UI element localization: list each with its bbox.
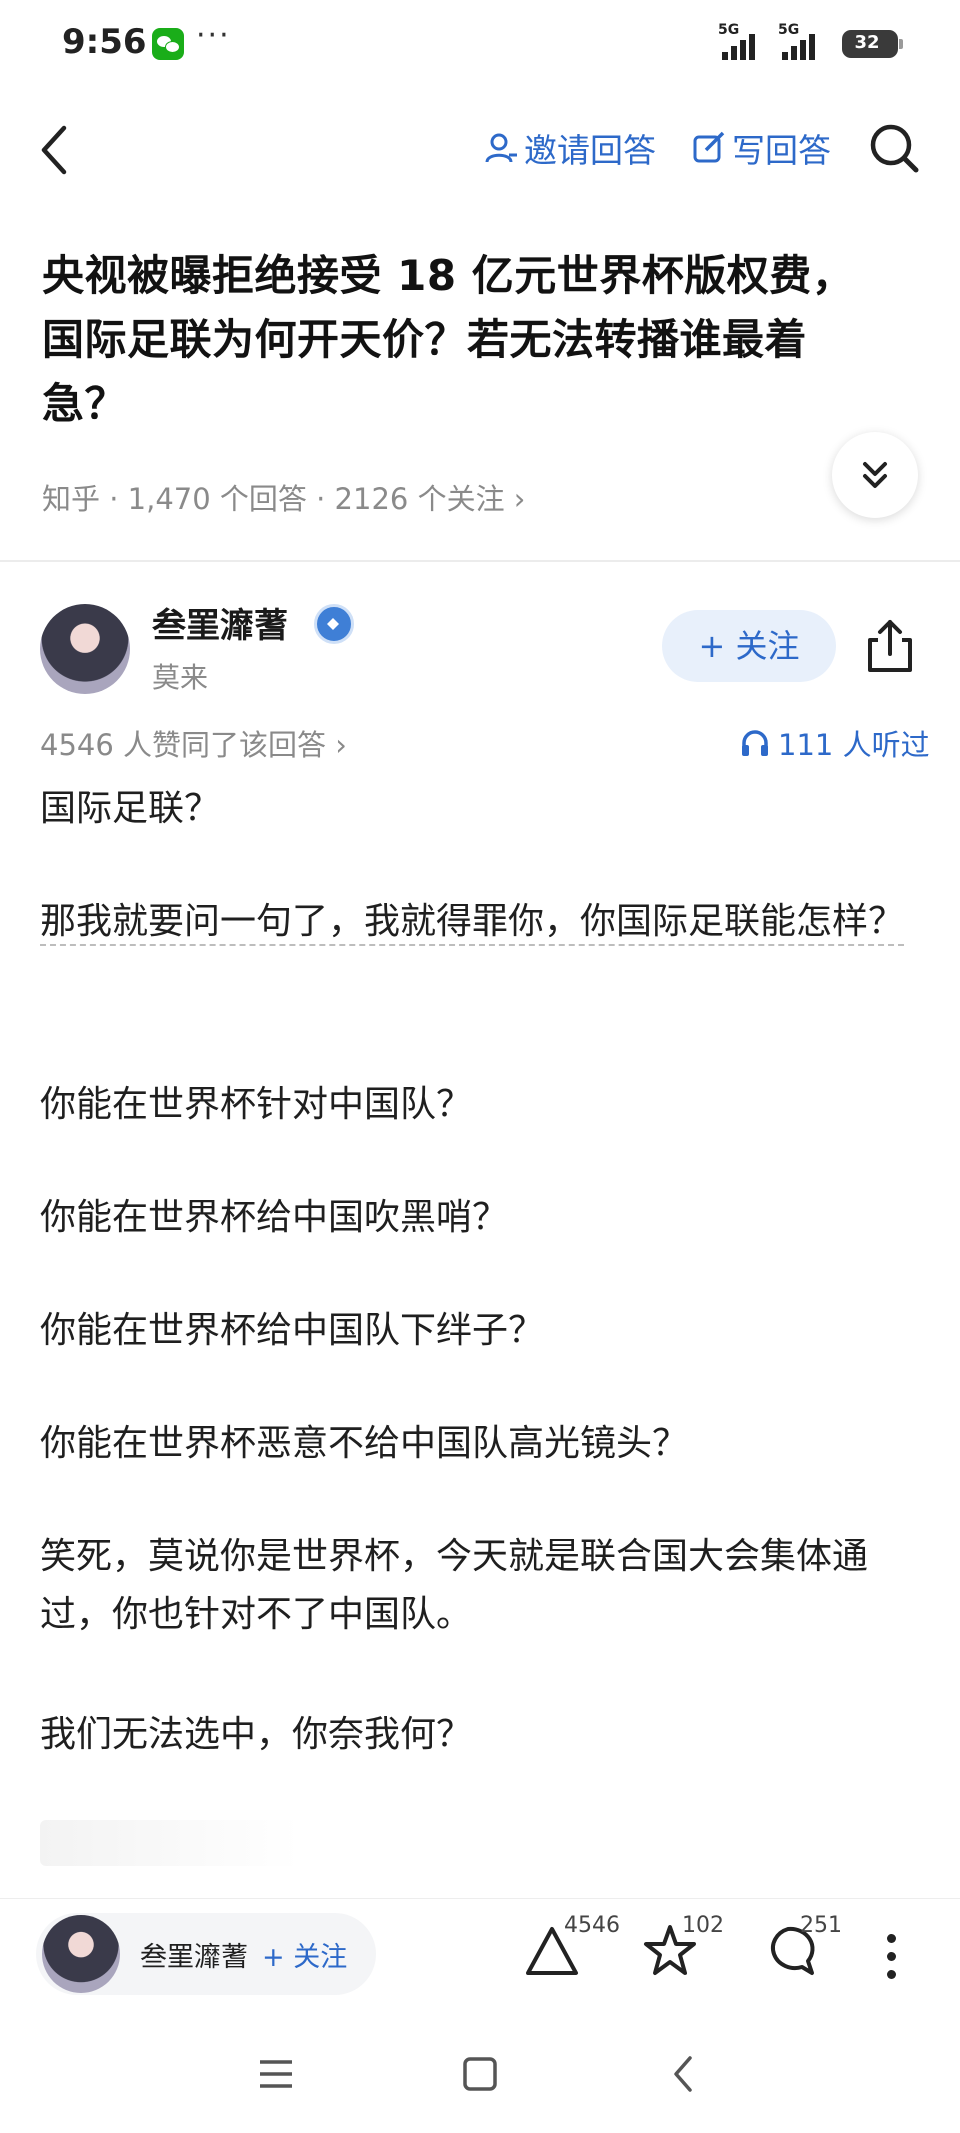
answer-paragraph: 你能在世界杯针对中国队？: [40, 1084, 473, 1125]
listen-count-label: 111 人听过: [778, 728, 930, 762]
divider: [0, 560, 960, 562]
wechat-icon: [152, 28, 184, 60]
answer-paragraph: 我们无法选中，你奈我何？: [40, 1714, 473, 1755]
comment-count: 251: [800, 1913, 842, 1938]
more-dots-icon: ···: [196, 18, 231, 53]
question-meta[interactable]: 知乎 · 1,470 个回答 · 2126 个关注 ›: [42, 476, 525, 518]
mini-follow-button[interactable]: + 关注: [262, 1935, 347, 1974]
write-answer-button[interactable]: 写回答: [692, 124, 831, 172]
search-icon: [870, 124, 919, 173]
answer-paragraph: 国际足联？: [40, 788, 221, 829]
expand-button[interactable]: [832, 432, 918, 518]
mini-author-name: 叁罣灖蓍: [140, 1942, 248, 1973]
verified-icon: [314, 604, 354, 644]
question-title[interactable]: 央视被曝拒绝接受 18 亿元世界杯版权费，国际足联为何开天价？若无法转播谁最着急…: [42, 244, 882, 436]
edit-icon: [693, 131, 725, 163]
status-time: 9:56: [62, 22, 147, 62]
system-nav-bar: [0, 2020, 960, 2133]
avatar[interactable]: [40, 604, 130, 694]
author-name[interactable]: 叁罣灖蓍: [152, 598, 288, 647]
answer-paragraph: 那我就要问一句了，我就得罪你，你国际足联能怎样？: [40, 893, 920, 951]
top-nav-bar: 邀请回答 写回答: [0, 110, 960, 190]
more-vertical-icon[interactable]: [876, 1929, 906, 1989]
answer-paragraph: 你能在世界杯给中国队下绊子？: [40, 1310, 545, 1351]
battery-level: 32: [854, 32, 880, 53]
invite-icon: [485, 133, 517, 163]
back-button[interactable]: [32, 120, 82, 180]
chevron-double-down-icon: [863, 462, 887, 488]
battery-icon: 32: [842, 30, 903, 58]
follow-button[interactable]: + 关注: [662, 610, 836, 682]
back-icon: [41, 125, 67, 175]
invite-answer-button[interactable]: 邀请回答: [484, 124, 656, 172]
bottom-action-bar: 叁罣灖蓍 + 关注 4546 102 251: [0, 1898, 960, 2016]
system-back-icon: [674, 2056, 692, 2092]
answer-paragraph: 你能在世界杯恶意不给中国队高光镜头？: [40, 1423, 689, 1464]
author-subtitle: 莫来: [152, 661, 209, 694]
highlighted-text[interactable]: 那我就要问一句了，我就得罪你，你国际足联能怎样？: [40, 901, 905, 946]
home-button[interactable]: [460, 2054, 500, 2098]
vote-count-link[interactable]: 4546 人赞同了该回答 ›: [40, 722, 347, 764]
share-button[interactable]: [864, 618, 916, 674]
search-button[interactable]: [868, 122, 920, 174]
status-bar: 9:56 ··· 5G 5G 32: [0, 0, 960, 90]
answer-paragraph: 你能在世界杯给中国吹黑哨？: [40, 1197, 509, 1238]
home-square-icon: [463, 2057, 497, 2091]
favorite-count: 102: [682, 1913, 724, 1938]
write-answer-label: 写回答: [732, 131, 831, 170]
share-icon: [868, 620, 912, 672]
signal-icon: 5G: [718, 22, 770, 60]
invite-answer-label: 邀请回答: [524, 131, 656, 170]
menu-icon: [260, 2060, 292, 2088]
menu-button[interactable]: [256, 2054, 296, 2098]
system-back-button[interactable]: [664, 2054, 704, 2098]
mini-author-chip[interactable]: 叁罣灖蓍 + 关注: [36, 1913, 376, 1995]
faded-content: [40, 1820, 300, 1866]
signal-icon: 5G: [778, 22, 830, 60]
headphones-icon: [742, 730, 768, 756]
avatar[interactable]: [42, 1915, 120, 1993]
listen-count[interactable]: 111 人听过: [740, 722, 930, 764]
upvote-count: 4546: [564, 1913, 620, 1938]
answer-paragraph: 笑死，莫说你是世界杯，今天就是联合国大会集体通过，你也针对不了中国队。: [40, 1536, 869, 1635]
